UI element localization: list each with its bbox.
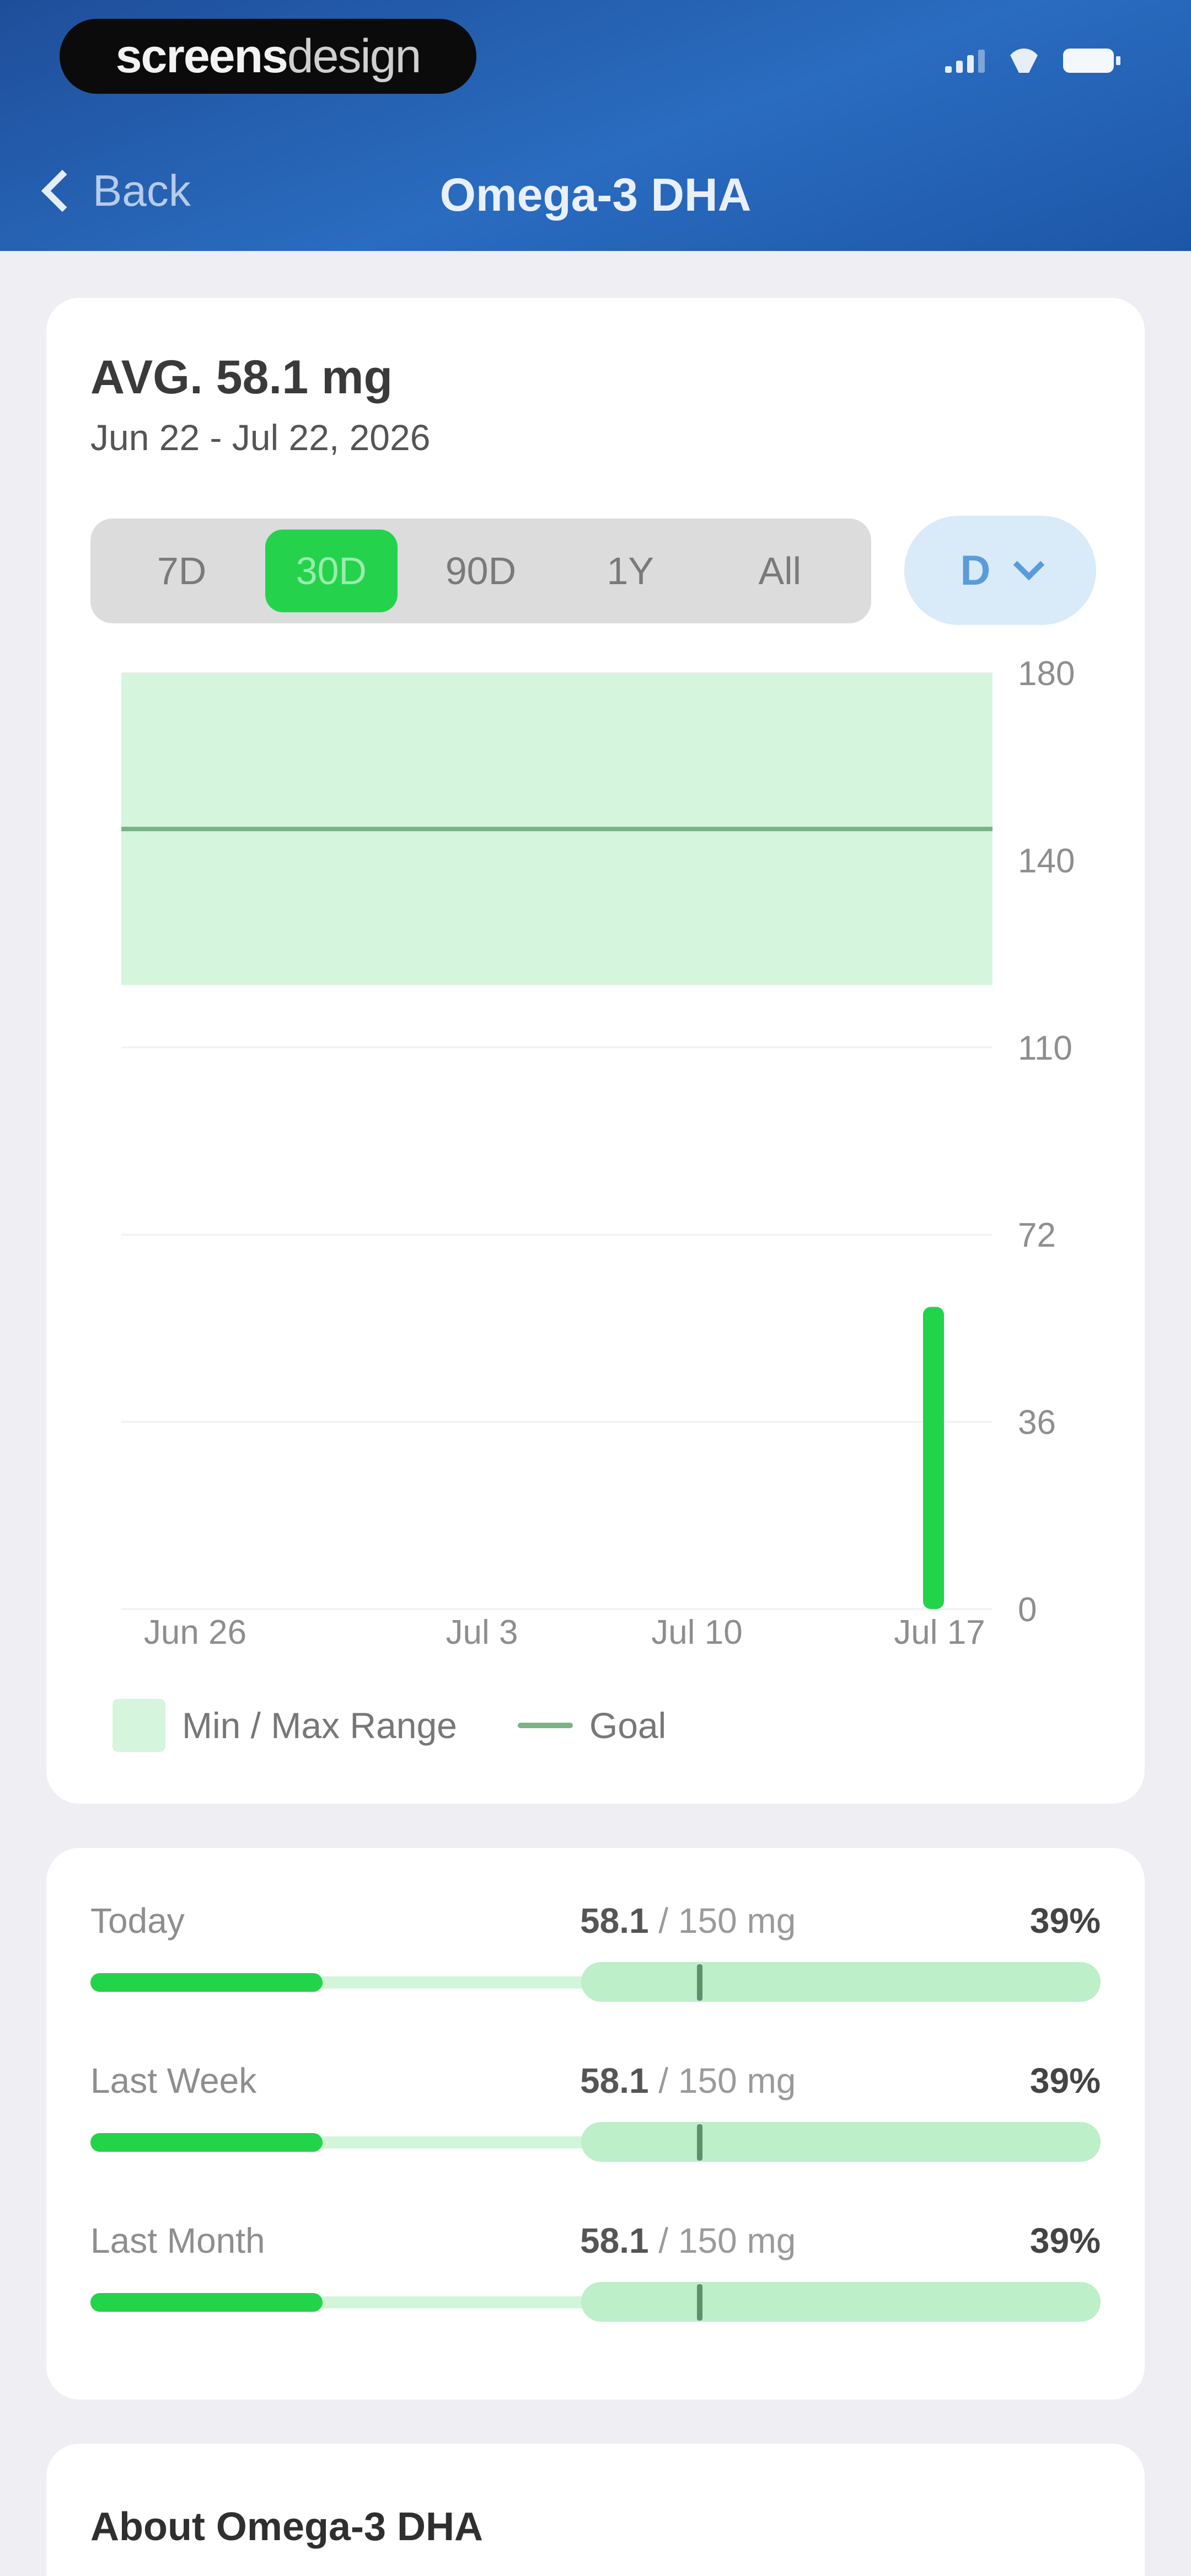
x-tick-label: Jul 10 xyxy=(651,1613,742,1652)
legend-goal-swatch xyxy=(517,1723,573,1728)
range-selector: 7D 30D 90D 1Y All xyxy=(90,519,871,623)
y-tick-label: 140 xyxy=(1018,842,1075,880)
y-tick-label: 180 xyxy=(1018,655,1075,693)
battery-icon xyxy=(1063,49,1120,73)
chart-legend: Min / Max Range Goal xyxy=(112,1699,666,1752)
range-option-7d[interactable]: 7D xyxy=(116,530,248,612)
legend-range-label: Min / Max Range xyxy=(182,1705,457,1746)
progress-value: 58.1 / 150 mg xyxy=(580,2061,796,2101)
wifi-icon xyxy=(1007,49,1041,73)
chart-card: AVG. 58.1 mg Jun 22 - Jul 22, 2026 7D 30… xyxy=(46,298,1145,1804)
x-tick-label: Jul 3 xyxy=(446,1613,518,1652)
progress-row-today: Today 58.1 / 150 mg 39% xyxy=(90,1900,1101,2022)
about-card[interactable]: About Omega-3 DHA xyxy=(46,2444,1145,2576)
status-bar xyxy=(945,49,1120,73)
progress-label: Last Week xyxy=(90,2061,257,2101)
legend-goal-label: Goal xyxy=(589,1705,667,1746)
progress-label: Last Month xyxy=(90,2221,265,2260)
progress-bar xyxy=(90,2122,1101,2162)
progress-row-last-month: Last Month 58.1 / 150 mg 39% xyxy=(90,2220,1101,2342)
legend-range-swatch xyxy=(112,1699,165,1752)
unit-label: D xyxy=(960,547,991,594)
page-title: Omega-3 DHA xyxy=(439,169,752,221)
goal-marker xyxy=(697,2284,702,2321)
x-tick-label: Jun 26 xyxy=(144,1613,246,1652)
chart-bar xyxy=(923,1307,944,1609)
about-title: About Omega-3 DHA xyxy=(90,2505,484,2549)
brand-logo: screensdesign xyxy=(115,29,422,83)
range-option-1y[interactable]: 1Y xyxy=(564,530,696,612)
goal-marker xyxy=(697,1964,702,2001)
progress-bar xyxy=(90,2282,1101,2322)
unit-dropdown[interactable]: D xyxy=(904,516,1096,625)
progress-row-last-week: Last Week 58.1 / 150 mg 39% xyxy=(90,2060,1101,2182)
y-tick-label: 0 xyxy=(1018,1591,1037,1629)
progress-label: Today xyxy=(90,1901,185,1941)
date-range: Jun 22 - Jul 22, 2026 xyxy=(90,417,431,458)
x-tick-label: Jul 17 xyxy=(894,1613,985,1652)
progress-percent: 39% xyxy=(1029,2061,1101,2101)
progress-bar xyxy=(90,1962,1101,2002)
progress-percent: 39% xyxy=(1029,2221,1101,2260)
progress-percent: 39% xyxy=(1029,1901,1101,1941)
progress-value: 58.1 / 150 mg xyxy=(580,1901,796,1941)
chevron-down-icon xyxy=(1013,549,1045,581)
brand-watermark: screensdesign xyxy=(60,19,476,94)
app-header: screensdesign Back Omega-3 DHA xyxy=(0,0,1191,251)
range-option-30d[interactable]: 30D xyxy=(265,530,398,612)
y-tick-label: 110 xyxy=(1018,1029,1072,1067)
average-value: AVG. 58.1 mg xyxy=(90,351,393,404)
progress-value: 58.1 / 150 mg xyxy=(580,2221,796,2260)
y-tick-label: 36 xyxy=(1018,1404,1056,1442)
signal-icon xyxy=(945,49,985,73)
goal-marker xyxy=(697,2124,702,2161)
range-option-90d[interactable]: 90D xyxy=(415,530,547,612)
y-tick-label: 72 xyxy=(1018,1216,1056,1254)
range-option-all[interactable]: All xyxy=(713,530,846,612)
intake-chart: 180 140 110 72 36 0 Jun 26 Jul 3 Jul 10 Jul 17 xyxy=(121,655,1075,1652)
progress-card: Today 58.1 / 150 mg 39% Last Week 58.1 /… xyxy=(46,1848,1145,2399)
